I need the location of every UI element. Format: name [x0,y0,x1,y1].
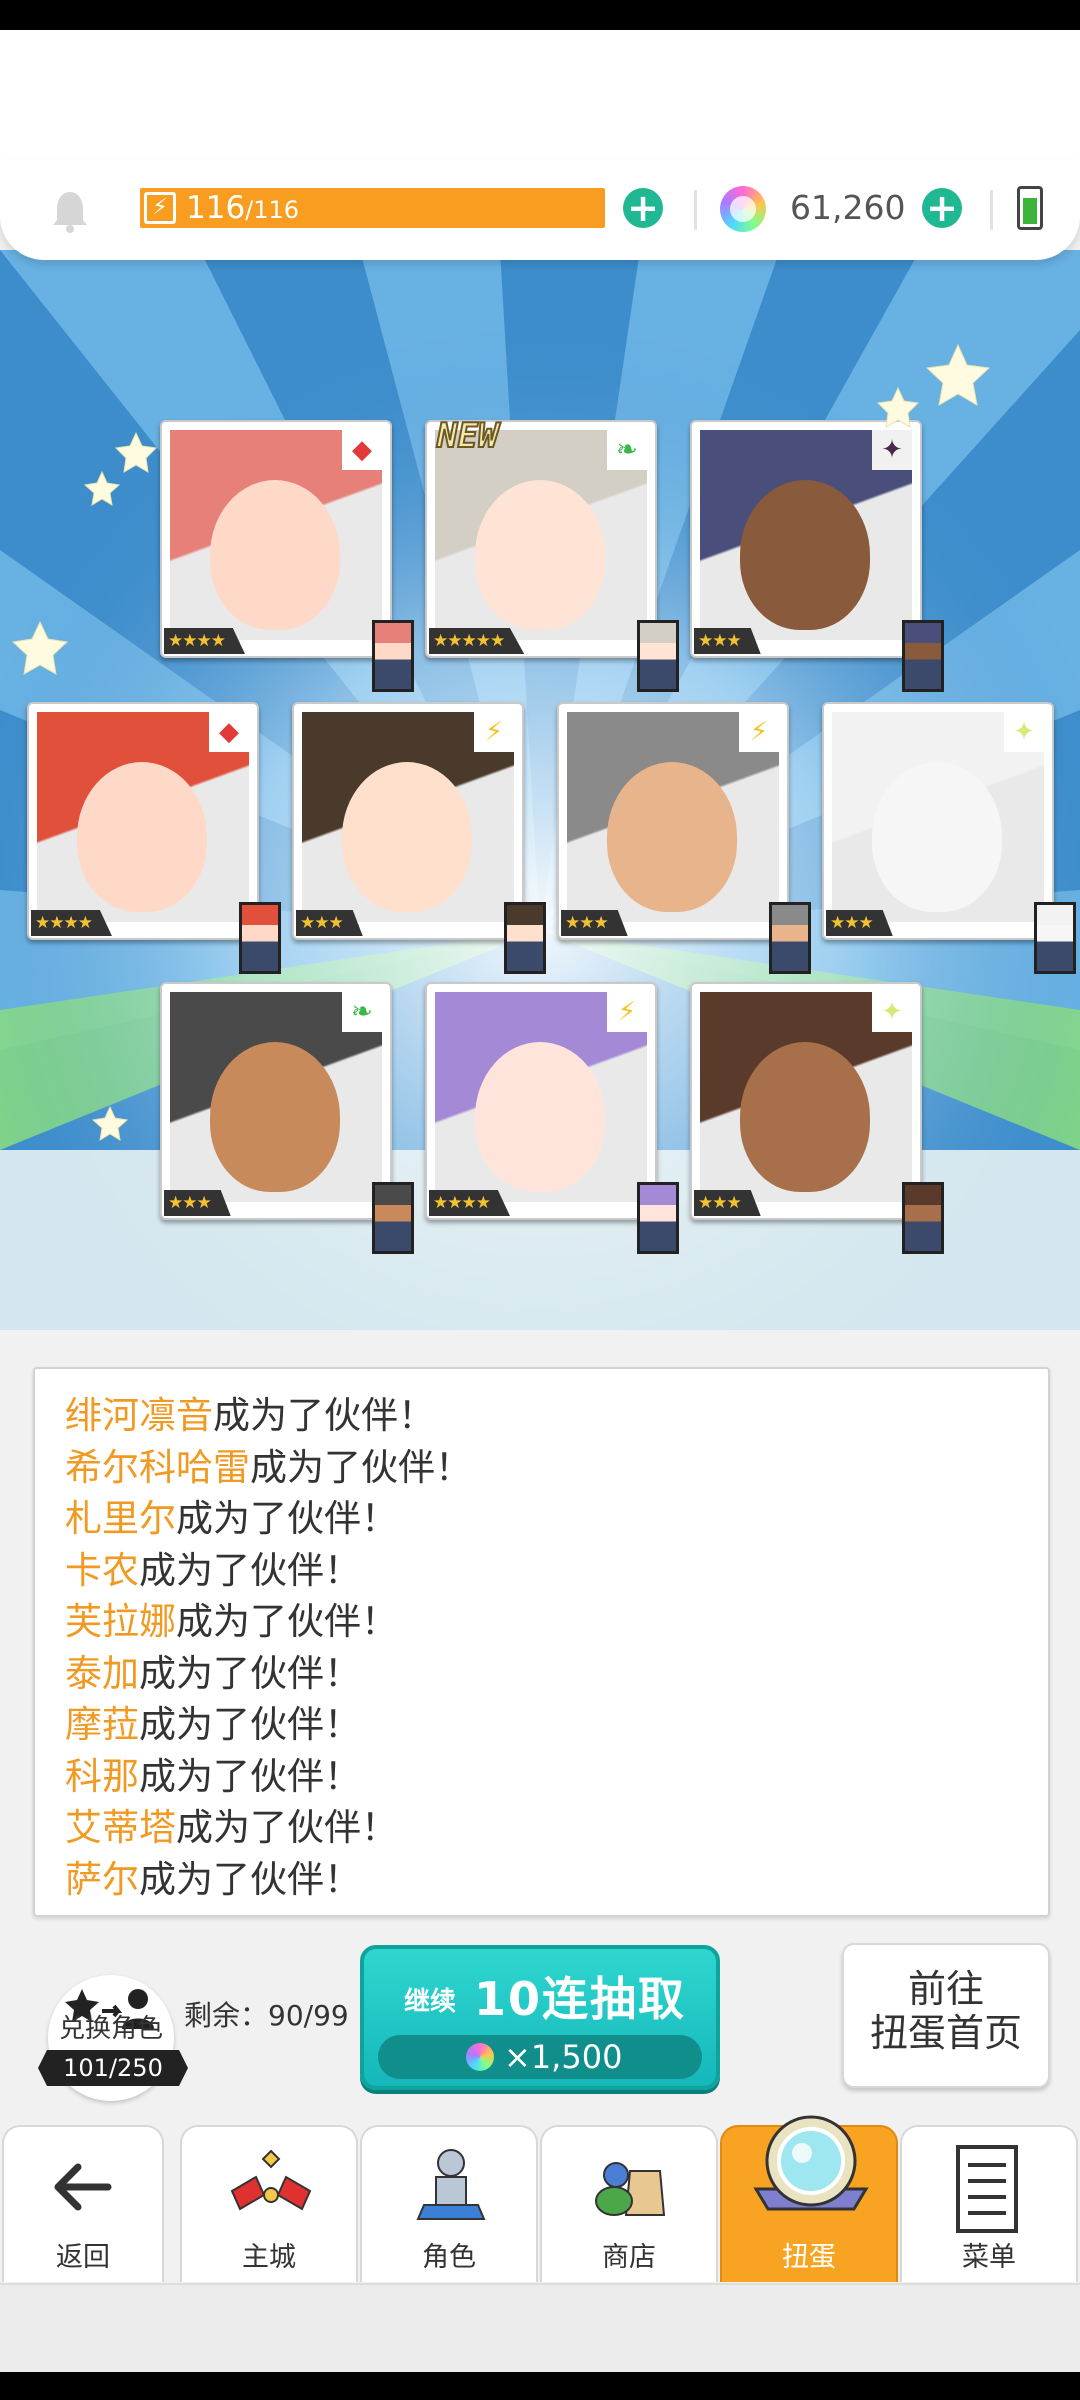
nav-city[interactable]: 主城 [180,2125,358,2282]
gem-icon [466,2043,494,2071]
nav-menu-label: 菜单 [962,2242,1016,2273]
character-name: 泰加 [65,1651,139,1695]
add-energy-button[interactable]: + [623,188,663,228]
menu-icon [956,2145,1018,2233]
star-icon [91,1105,129,1141]
star-icon [925,343,991,406]
pull-10-button[interactable]: 继续 10连抽取 ×1,500 [360,1945,720,2090]
result-log[interactable]: 绯河凛音成为了伙伴！ 希尔科哈雷成为了伙伴！ 札里尔成为了伙伴！ 卡农成为了伙伴！ 芙拉… [33,1367,1050,1917]
character-name: 艾蒂塔 [65,1806,176,1849]
resource-bar: ⚡ 116/116 + 61,260 + [0,160,1080,260]
star-icon [83,470,121,506]
character-name: 希尔科哈雷 [65,1445,250,1489]
pull-cost: ×1,500 [378,2035,702,2079]
status-bar-bottom [0,2372,1080,2400]
log-line: 卡农成为了伙伴！ [65,1546,361,1596]
log-line: 萨尔成为了伙伴！ [65,1855,361,1905]
pull-continue-label: 继续 [404,1987,457,2017]
log-line: 芙拉娜成为了伙伴！ [65,1597,398,1647]
log-suffix: 成为了伙伴！ [139,1703,361,1746]
character-name: 芙拉娜 [65,1600,176,1643]
gacha-home-line1: 前往 [907,1967,984,2011]
nav-background [0,2283,1080,2372]
nav-back-label: 返回 [56,2242,110,2273]
arrow-left-icon [54,2163,112,2211]
battery-icon [1017,186,1043,230]
nav-city-label: 主城 [242,2242,296,2273]
nav-menu[interactable]: 菜单 [900,2125,1078,2282]
gacha-home-line2: 扭蛋首页 [869,2011,1022,2055]
shop-icon [595,2162,666,2216]
log-suffix: 成为了伙伴！ [250,1445,472,1489]
character-name: 卡农 [65,1548,139,1592]
pull-cost-value: ×1,500 [504,2038,623,2076]
gacha-icon [753,2115,869,2211]
status-bar-top [0,0,1080,30]
gacha-home-label: 前往 扭蛋首页 [844,1967,1048,2055]
energy-bar: ⚡ 116/116 [140,188,605,228]
sparkle-stars [11,343,991,1141]
nav-characters-label: 角色 [422,2242,476,2273]
star-icon [876,386,920,428]
nav-characters[interactable]: 角色 [360,2125,538,2282]
star-icon [11,620,69,675]
gem-amount: 61,260 [790,188,906,227]
remaining-count: 剩余：90/99 [184,1999,349,2032]
nav-shop[interactable]: 商店 [540,2125,718,2282]
log-suffix: 成为了伙伴！ [139,1651,361,1695]
divider [990,190,993,230]
star-icon [114,431,158,473]
log-line: 希尔科哈雷成为了伙伴！ [65,1443,472,1493]
exchange-count: 101/250 [38,2050,188,2086]
log-suffix: 成为了伙伴！ [139,1754,361,1798]
bottom-nav: 返回 主城 角色 商店 扭蛋 菜单 [0,2115,1080,2285]
log-suffix: 成为了伙伴！ [139,1548,361,1592]
log-line: 札里尔成为了伙伴！ [65,1494,398,1544]
log-line: 泰加成为了伙伴！ [65,1649,361,1699]
nav-back[interactable]: 返回 [2,2125,164,2282]
top-blank-area [0,30,1080,170]
log-line: 绯河凛音成为了伙伴！ [65,1391,435,1441]
log-line: 摩菈成为了伙伴！ [65,1700,361,1750]
character-name: 摩菈 [65,1703,139,1746]
log-suffix: 成为了伙伴！ [139,1857,361,1901]
energy-value: 116/116 [186,190,300,226]
log-suffix: 成为了伙伴！ [176,1497,398,1540]
log-line: 艾蒂塔成为了伙伴！ [65,1803,398,1853]
log-line: 科那成为了伙伴！ [65,1752,361,1802]
gacha-result-screen: ⚡ 116/116 + 61,260 + ★★★★ ◆ ★★★★★ ❧ NEW ★★★ ✦ ★… [0,0,1080,2400]
character-name: 萨尔 [65,1857,139,1901]
nav-shop-label: 商店 [602,2242,656,2273]
nav-gacha[interactable]: 扭蛋 [720,2115,898,2282]
bell-icon[interactable] [50,188,90,234]
gacha-home-button[interactable]: 前往 扭蛋首页 [842,1943,1050,2088]
city-icon [230,2149,312,2211]
character-name: 札里尔 [65,1497,176,1540]
exchange-label: 兑换角色 [58,2014,163,2044]
nav-gacha-label: 扭蛋 [782,2242,836,2273]
log-suffix: 成为了伙伴！ [213,1394,435,1437]
character-name: 科那 [65,1754,139,1798]
log-suffix: 成为了伙伴！ [176,1600,398,1643]
character-icon [416,2149,486,2220]
divider [694,190,697,230]
character-name: 绯河凛音 [65,1394,213,1437]
gem-icon [720,186,766,232]
log-suffix: 成为了伙伴！ [176,1806,398,1849]
add-gems-button[interactable]: + [922,188,962,228]
lightning-icon: ⚡ [144,192,176,224]
pull-label: 10连抽取 [474,1972,687,2026]
